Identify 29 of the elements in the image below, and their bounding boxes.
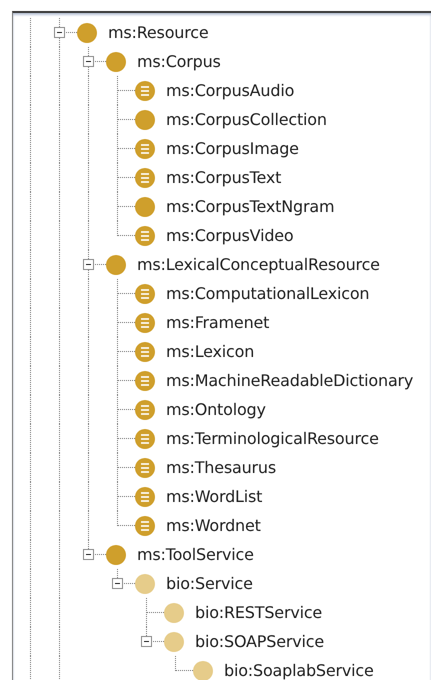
class-label[interactable]: bio:SOAPService [195, 630, 324, 654]
class-label[interactable]: ms:Corpus [137, 50, 221, 74]
class-label[interactable]: ms:MachineReadableDictionary [166, 368, 414, 392]
class-label[interactable]: ms:TerminologicalResource [166, 426, 379, 450]
collapse-toggle[interactable] [83, 56, 94, 67]
class-label[interactable]: ms:Framenet [166, 310, 270, 334]
class-label[interactable]: ms:CorpusCollection [166, 108, 327, 132]
class-label[interactable]: ms:LexicalConceptualResource [137, 252, 380, 276]
collapse-toggle[interactable] [141, 636, 152, 647]
class-label[interactable]: ms:CorpusTextNgram [166, 194, 334, 218]
class-label[interactable]: ms:CorpusText [166, 166, 282, 190]
class-label[interactable]: ms:Thesaurus [166, 456, 276, 480]
collapse-toggle[interactable] [83, 549, 94, 560]
class-label[interactable]: ms:Lexicon [166, 340, 254, 364]
class-label[interactable]: ms:Wordnet [166, 514, 261, 538]
class-label[interactable]: ms:Resource [108, 20, 208, 44]
class-label[interactable]: ms:CorpusAudio [166, 78, 294, 102]
class-label[interactable]: ms:WordList [166, 484, 262, 508]
class-label[interactable]: ms:CorpusVideo [166, 224, 294, 248]
collapse-toggle[interactable] [54, 27, 65, 38]
class-label[interactable]: ms:ComputationalLexicon [166, 282, 370, 306]
class-label[interactable]: ms:ToolService [137, 542, 254, 566]
class-label[interactable]: bio:RESTService [195, 600, 322, 624]
class-label[interactable]: ms:Ontology [166, 398, 266, 422]
class-label[interactable]: bio:Service [166, 572, 253, 596]
collapse-toggle[interactable] [112, 578, 123, 589]
class-label[interactable]: bio:SoaplabService [224, 658, 374, 680]
collapse-toggle[interactable] [83, 259, 94, 270]
class-label[interactable]: ms:CorpusImage [166, 136, 299, 160]
